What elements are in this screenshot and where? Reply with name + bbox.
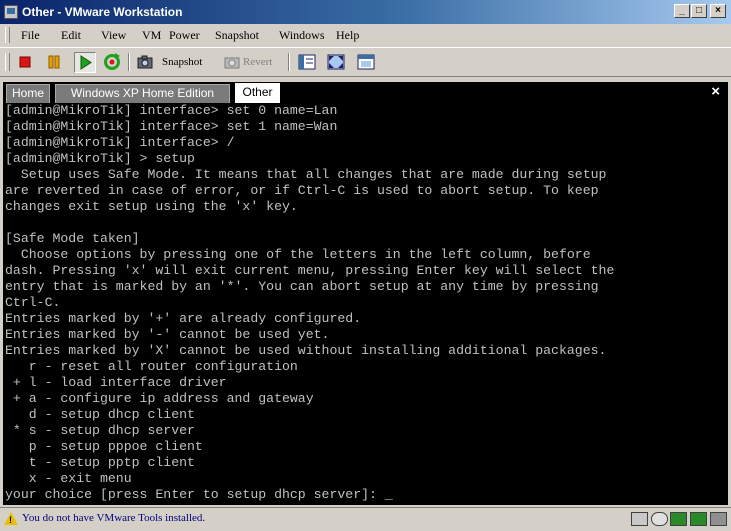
tab-bar: Home Windows XP Home Edition Other × (3, 82, 728, 103)
tab-other[interactable]: Other (235, 83, 280, 103)
console-line: d - setup dhcp client (5, 407, 195, 422)
console-line: t - setup pptp client (5, 455, 195, 470)
reset-icon (104, 53, 120, 70)
menu-file[interactable]: File (21, 28, 40, 43)
console-line: [Safe Mode taken] (5, 231, 140, 246)
status-bar: ! You do not have VMware Tools installed… (0, 507, 731, 531)
toolbar-grip (5, 53, 10, 71)
vmware-tools-message[interactable]: You do not have VMware Tools installed. (22, 512, 205, 524)
tab-home[interactable]: Home (6, 84, 50, 103)
console-prompt-line[interactable]: your choice [press Enter to setup dhcp s… (3, 487, 728, 503)
snapshot-label[interactable]: Snapshot (162, 56, 202, 68)
close-button[interactable]: × (710, 4, 726, 18)
console-line: Choose options by pressing one of the le… (5, 247, 591, 262)
menu-snapshot[interactable]: Snapshot (215, 28, 259, 43)
console-line: + a - configure ip address and gateway (5, 391, 314, 406)
summary-view-button[interactable] (296, 52, 318, 73)
pause-icon (48, 55, 60, 69)
minimize-button[interactable]: _ (674, 4, 690, 18)
reset-button[interactable] (101, 52, 123, 73)
menu-help[interactable]: Help (336, 28, 359, 43)
menu-bar: File Edit View VM Power Snapshot Windows… (0, 24, 731, 46)
window-title: Other - VMware Workstation (22, 5, 183, 19)
close-tab-icon[interactable]: × (711, 82, 720, 102)
menu-grip (5, 27, 10, 43)
usb-icon[interactable] (690, 512, 707, 526)
toolbar-separator (128, 53, 130, 71)
revert-button[interactable] (221, 52, 243, 73)
hdd-icon[interactable] (631, 512, 648, 526)
console-line: Ctrl-C. (5, 295, 61, 310)
quick-switch-icon (357, 54, 375, 70)
console-line: changes exit setup using the 'x' key. (5, 199, 298, 214)
network-icon[interactable] (670, 512, 687, 526)
pause-button[interactable] (43, 52, 65, 73)
console-line: + l - load interface driver (5, 375, 227, 390)
revert-label[interactable]: Revert (243, 56, 272, 68)
console-line: Entries marked by '+' are already config… (5, 311, 362, 326)
menu-vm[interactable]: VM (142, 28, 161, 43)
stop-button[interactable] (14, 52, 36, 73)
menu-edit[interactable]: Edit (61, 28, 81, 43)
fullscreen-button[interactable] (325, 52, 347, 73)
stop-icon (19, 56, 31, 68)
menu-power[interactable]: Power (169, 28, 200, 43)
cdrom-icon[interactable] (651, 512, 668, 526)
fullscreen-icon (327, 54, 345, 70)
sound-icon[interactable] (710, 512, 727, 526)
console-line: * s - setup dhcp server (5, 423, 195, 438)
console-line: are reverted in case of error, or if Ctr… (5, 183, 599, 198)
title-bar: Other - VMware Workstation _ □ × (0, 0, 731, 24)
tab-windows-xp-home-edition[interactable]: Windows XP Home Edition (55, 84, 230, 103)
menu-windows[interactable]: Windows (279, 28, 325, 43)
play-icon (80, 55, 92, 70)
vm-icon (4, 5, 18, 19)
console-line: dash. Pressing 'x' will exit current men… (5, 263, 615, 278)
console-line: Entries marked by '-' cannot be used yet… (5, 327, 330, 342)
console-line (3, 215, 728, 231)
console-line: [admin@MikroTik] interface> / (5, 135, 235, 150)
quick-switch-button[interactable] (355, 52, 377, 73)
console-line: [admin@MikroTik] > setup (5, 151, 195, 166)
revert-icon (224, 57, 240, 69)
toolbar: Snapshot Revert (0, 47, 731, 77)
console-line: Entries marked by 'X' cannot be used wit… (5, 343, 607, 358)
power-on-button[interactable] (74, 52, 96, 73)
console-line: r - reset all router configuration (5, 359, 298, 374)
console-line: Setup uses Safe Mode. It means that all … (5, 167, 607, 182)
vm-console[interactable]: [admin@MikroTik] interface> set 0 name=L… (3, 103, 728, 505)
console-line: [admin@MikroTik] interface> set 1 name=W… (5, 119, 338, 134)
toolbar-separator (288, 53, 290, 71)
summary-view-icon (298, 54, 316, 70)
console-line: [admin@MikroTik] interface> set 0 name=L… (5, 103, 338, 118)
console-line: entry that is marked by an '*'. You can … (5, 279, 599, 294)
console-line: p - setup pppoe client (5, 439, 203, 454)
console-line: x - exit menu (5, 471, 132, 486)
maximize-button[interactable]: □ (691, 4, 707, 18)
warning-icon: ! (4, 512, 18, 525)
snapshot-icon (137, 55, 153, 69)
snapshot-button[interactable] (134, 52, 156, 73)
menu-view[interactable]: View (101, 28, 126, 43)
